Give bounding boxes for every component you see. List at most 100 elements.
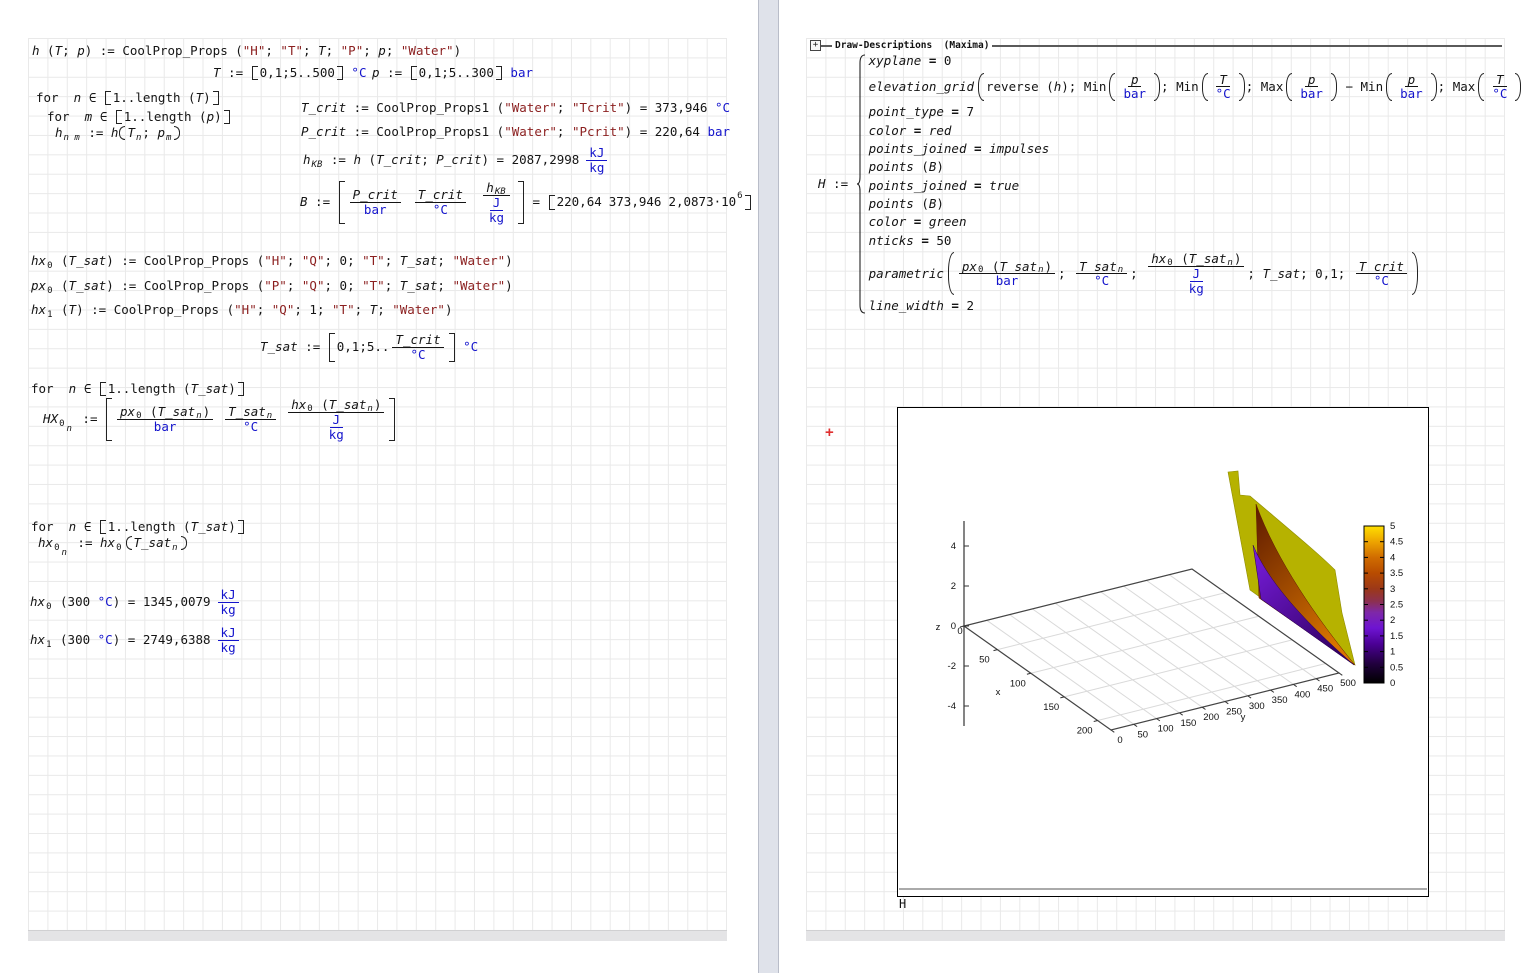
math-number: 0 [47,286,52,296]
math-number: 2,0873·10 [668,195,736,209]
math-variable: points_joined [869,179,967,193]
subscript: n [172,543,177,553]
math-variable: n [66,424,71,434]
colorbar-tick-label: 1 [1390,647,1395,658]
math-variable: color [869,124,907,138]
math-operator: ( [52,595,67,609]
math-variable: n [367,405,372,415]
expr-Tcrit[interactable]: T_crit := CoolProp_Props1 ("Water"; "Tcr… [301,101,730,115]
x-tick [1060,697,1064,698]
math-variable: n [61,548,66,558]
y-tick-label: 200 [1203,712,1219,723]
expr-for-T[interactable]: for n ∈ 1..length (T) [36,91,220,105]
math-operator: ) = [481,153,511,167]
y-tick-label: 0 [1117,735,1122,746]
math-bold-equal: = [914,234,937,248]
math-variable: n [136,133,141,143]
subscript: 0 [46,602,51,612]
math-unit: kg [489,211,504,225]
math-variable: T_sat [228,405,266,419]
math-operator: := [380,66,410,80]
math-bold-equal: = [966,179,989,193]
y-tick [1271,690,1274,692]
expr-for-m[interactable]: for m ∈ 1..length (p) [47,110,231,124]
expr-hx0-300[interactable]: hx0 (300 °C) = 1345,0079kJkg [30,588,242,617]
expr-hx1-300[interactable]: hx1 (300 °C) = 2749,6388kJkg [30,626,242,655]
expr-p-range[interactable]: p := 0,1;5..300 bar [372,66,533,80]
math-operator: ( [1174,252,1189,266]
expr-Tsat-def[interactable]: T_sat := 0,1;5..T_crit°C °C [260,333,478,362]
math-variable: p [378,44,386,58]
right-bracket [745,195,751,209]
math-variable: hx [38,536,53,550]
math-unit: kJ [221,626,236,640]
math-operator: ; [421,153,436,167]
math-variable: p [1308,73,1316,87]
math-operator: ; [326,44,341,58]
math-operator: ; [437,254,452,268]
expr-h-def[interactable]: h (T; p) := CoolProp_Props ("H"; "T"; T;… [32,44,461,58]
expr-px0-def[interactable]: px0 (T_sat) := CoolProp_Props ("P"; "Q";… [31,279,513,293]
math-operator: := [298,340,328,354]
math-unit: °C [456,340,479,354]
math-number: 1 [124,110,132,124]
math-operator: ( [53,254,68,268]
draw-description-row: xyplane = 0 [869,54,952,68]
math-variable: T [127,126,135,140]
math-number: 2 [966,299,974,313]
fraction: T_crit°C [1356,260,1407,289]
math-bold-equal: = [906,215,929,229]
expr-for-Tsat-1[interactable]: for n ∈ 1..length (T_sat) [31,382,245,396]
expr-hx0-def[interactable]: hx0 (T_sat) := CoolProp_Props ("H"; "Q";… [31,254,513,268]
fraction-denominator: °C [1091,274,1112,288]
math-variable: T_crit [418,188,463,202]
fraction: Jkg [486,196,507,225]
y-tick-label: 350 [1272,695,1288,706]
math-unit: kg [1189,282,1204,296]
expr-B[interactable]: B := P_critbarT_crit°ChKBJkg = 220,64373… [300,181,752,224]
left-brace [856,54,866,314]
expr-hKB[interactable]: hKB := h (T_crit; P_crit) = 2087,2998kJk… [303,146,610,175]
math-number: 1345,0079 [143,595,211,609]
math-function: CoolProp_Props [114,303,219,317]
math-operator: ( [249,279,264,293]
fraction-denominator: °C [1213,87,1234,101]
math-operator: ; [557,101,572,115]
area-title: Draw-Descriptions (Maxima) [832,40,992,51]
right-paren [1154,73,1160,102]
math-bold-equal: = [944,299,967,313]
fraction-denominator: bar [151,420,180,434]
subscript: KB [495,188,506,198]
plot-canvas[interactable]: 420-2-4z050100150200x0501001502002503003… [898,408,1428,896]
fraction: T_crit°C [392,333,443,362]
expr-hx1-def[interactable]: hx1 (T) := CoolProp_Props ("H"; "Q"; 1; … [31,303,452,317]
expr-for-Tsat-2[interactable]: for n ∈ 1..length (T_sat) [31,520,245,534]
math-number: 0,1;5.. [337,340,390,354]
expr-T-range[interactable]: T := 0,1;5..500 °C [213,66,366,80]
math-variable: T_sat [69,279,107,293]
fraction-denominator: °C [1489,87,1510,101]
right-bracket [518,181,524,224]
collapse-area-icon[interactable]: + [810,40,821,51]
expr-HX0[interactable]: HX0n := px0 (T_satn)barT_satn°Chx0 (T_sa… [43,398,396,441]
x-tick-label: 50 [979,655,990,666]
expr-h-nm[interactable]: hn m := hTn; pm [55,126,181,140]
math-variable: T_sat [69,254,107,268]
fraction: Jkg [326,413,347,442]
math-variable: T_sat [158,405,196,419]
fraction-numerator: J [1190,267,1204,282]
math-variable: p [207,110,215,124]
expr-hx0-n[interactable]: hx0n := hx0T_satn [38,536,188,550]
math-string: "T" [280,44,303,58]
math-variable: T_sat [400,279,438,293]
insert-cursor-cross[interactable]: + [825,424,834,441]
math-operator: .. [120,91,135,105]
math-unit: bar [154,420,177,434]
draw-description-list: xyplane = 0elevation_gridreverse (h); Mi… [866,54,1528,314]
expr-H-draw[interactable]: H := xyplane = 0elevation_gridreverse (h… [818,54,1528,314]
right-bracket [238,382,244,396]
maxima-3d-plot[interactable]: 420-2-4z050100150200x0501001502002503003… [897,407,1429,897]
math-number: 0,1;5..300 [419,66,494,80]
expr-Pcrit[interactable]: P_crit := CoolProp_Props1 ("Water"; "Pcr… [301,125,730,139]
fraction-denominator: Jkg [1180,267,1213,296]
